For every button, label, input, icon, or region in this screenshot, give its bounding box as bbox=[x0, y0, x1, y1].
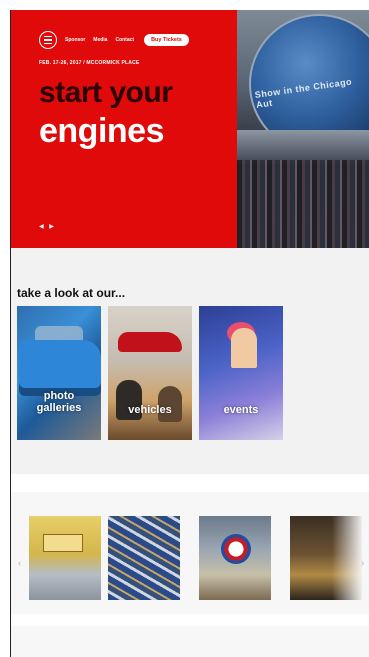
headline-line-2: engines bbox=[39, 112, 164, 150]
card-label: photo galleries bbox=[36, 390, 82, 414]
nav-link-contact[interactable]: Contact bbox=[115, 37, 134, 43]
headline-line-1: start your bbox=[39, 76, 173, 109]
hamburger-menu-icon[interactable] bbox=[39, 31, 57, 49]
carousel-prev-icon[interactable]: ‹ bbox=[18, 558, 21, 569]
card-label: events bbox=[223, 404, 259, 416]
blue-car bbox=[19, 340, 101, 396]
event-date: FEB. 17-26, 2017 / MCCORMICK PLACE bbox=[39, 60, 140, 66]
top-nav: Sponsor Media Contact Buy Tickets bbox=[39, 30, 189, 50]
carousel-thumb[interactable] bbox=[199, 516, 271, 600]
red-car bbox=[118, 332, 182, 352]
carousel-thumb[interactable] bbox=[108, 516, 180, 600]
buy-tickets-button[interactable]: Buy Tickets bbox=[144, 34, 189, 46]
nav-link-media[interactable]: Media bbox=[93, 37, 107, 43]
carousel-next-icon[interactable]: › bbox=[361, 558, 364, 569]
pepsi-balloon bbox=[221, 534, 251, 564]
carousel-thumb[interactable] bbox=[290, 516, 362, 600]
sign bbox=[43, 534, 83, 552]
hero-footer: ◀ ▶ bbox=[39, 223, 64, 230]
card-vehicles[interactable]: vehicles bbox=[108, 306, 192, 440]
section-divider bbox=[11, 474, 369, 492]
hero-banner: Show in the Chicago Aut Sponsor Media Co… bbox=[11, 10, 369, 248]
edge-fade bbox=[332, 516, 362, 600]
hero-photo: Show in the Chicago Aut bbox=[237, 10, 369, 248]
section-divider bbox=[11, 614, 369, 626]
card-photo-galleries[interactable]: photo galleries bbox=[17, 306, 101, 440]
card-label: vehicles bbox=[128, 404, 172, 416]
social-icons[interactable]: ◀ ▶ bbox=[39, 223, 56, 230]
photo-carousel: ‹ › bbox=[11, 474, 369, 657]
ice-cream-cone bbox=[231, 328, 257, 368]
carousel-thumb[interactable] bbox=[29, 516, 101, 600]
hall-background bbox=[237, 130, 369, 164]
take-a-look-section: take a look at our... photo galleries ve… bbox=[11, 248, 369, 474]
nav-link-sponsor[interactable]: Sponsor bbox=[65, 37, 85, 43]
section-title: take a look at our... bbox=[17, 286, 126, 300]
card-events[interactable]: events bbox=[199, 306, 283, 440]
crowd bbox=[237, 160, 369, 248]
page-frame: Show in the Chicago Aut Sponsor Media Co… bbox=[10, 10, 369, 657]
